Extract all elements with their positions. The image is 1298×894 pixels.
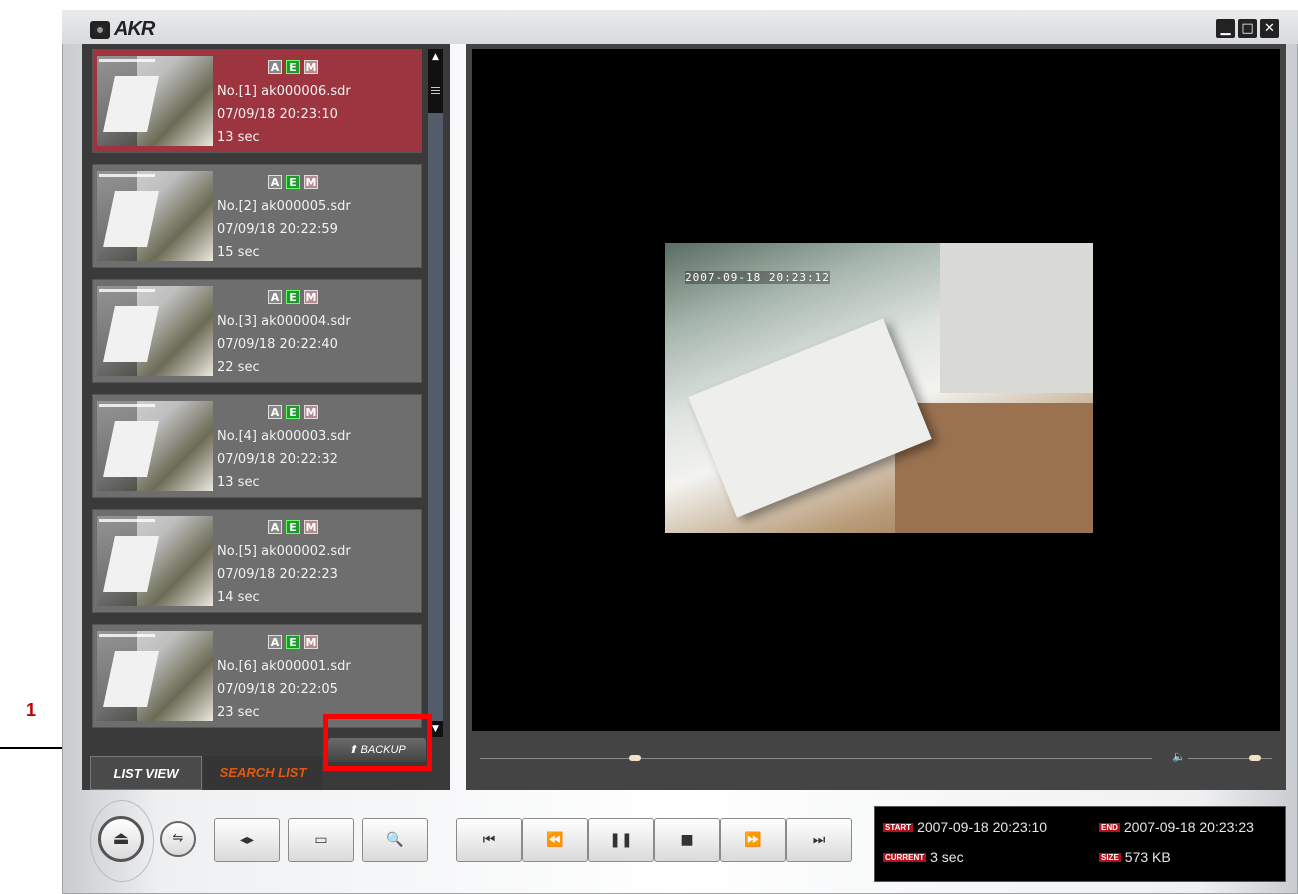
current-label: CURRENT bbox=[883, 853, 927, 862]
file-name: No.[4] ak000003.sdr bbox=[217, 429, 351, 444]
tag-e-icon: E bbox=[286, 175, 300, 189]
eject-button[interactable]: ⏏ bbox=[98, 816, 144, 862]
forward-button[interactable]: ⏩ bbox=[720, 818, 786, 862]
current-value: 3 sec bbox=[930, 849, 964, 865]
video-thumbnail bbox=[97, 171, 213, 261]
tag-m-icon: M bbox=[304, 60, 318, 74]
tag-a-icon: A bbox=[268, 290, 282, 304]
record-duration: 15 sec bbox=[217, 245, 260, 260]
tag-a-icon: A bbox=[268, 405, 282, 419]
file-name: No.[2] ak000005.sdr bbox=[217, 199, 351, 214]
record-datetime: 07/09/18 20:22:05 bbox=[217, 682, 338, 697]
list-item[interactable]: AEM No.[3] ak000004.sdr 07/09/18 20:22:40… bbox=[92, 279, 422, 383]
file-name: No.[6] ak000001.sdr bbox=[217, 659, 351, 674]
end-label: END bbox=[1099, 823, 1120, 832]
maximize-button[interactable]: □ bbox=[1238, 19, 1257, 38]
size-value: 573 KB bbox=[1124, 849, 1171, 865]
tab-search-list[interactable]: SEARCH LIST bbox=[204, 756, 322, 790]
tag-a-icon: A bbox=[268, 60, 282, 74]
tag-m-icon: M bbox=[304, 635, 318, 649]
tag-m-icon: M bbox=[304, 405, 318, 419]
tag-a-icon: A bbox=[268, 635, 282, 649]
tag-e-icon: E bbox=[286, 60, 300, 74]
playback-info-panel: START 2007-09-18 20:23:10 END 2007-09-18 2… bbox=[874, 806, 1286, 882]
tag-e-icon: E bbox=[286, 290, 300, 304]
scroll-grip-icon bbox=[431, 87, 440, 88]
window-button[interactable]: ▭ bbox=[288, 818, 354, 862]
scroll-thumb[interactable] bbox=[428, 65, 443, 113]
tab-list-view[interactable]: LIST VIEW bbox=[90, 756, 202, 790]
record-duration: 13 sec bbox=[217, 130, 260, 145]
file-name: No.[5] ak000002.sdr bbox=[217, 544, 351, 559]
close-button[interactable]: ✕ bbox=[1260, 19, 1279, 38]
app-logo: AKR bbox=[90, 18, 155, 41]
list-item[interactable]: AEM No.[4] ak000003.sdr 07/09/18 20:22:32… bbox=[92, 394, 422, 498]
callout-number: 1 bbox=[26, 700, 37, 720]
record-duration: 13 sec bbox=[217, 475, 260, 490]
recording-list-panel: AEM No.[1] ak000006.sdr 07/09/18 20:23:10… bbox=[82, 44, 450, 790]
seek-slider[interactable] bbox=[480, 758, 1152, 759]
video-frame: 2007-09-18 20:23:12 bbox=[665, 243, 1093, 533]
video-panel: 2007-09-18 20:23:12 🔈 bbox=[466, 44, 1286, 790]
volume-handle[interactable] bbox=[1249, 755, 1262, 761]
volume-icon: 🔈 bbox=[1172, 750, 1186, 763]
app-title: AKR bbox=[114, 18, 155, 40]
video-thumbnail bbox=[97, 286, 213, 376]
title-bar: AKR ▁ □ ✕ bbox=[62, 10, 1298, 44]
start-value: 2007-09-18 20:23:10 bbox=[917, 819, 1048, 835]
record-duration: 22 sec bbox=[217, 360, 260, 375]
pause-button[interactable]: ❚❚ bbox=[588, 818, 654, 862]
camera-icon bbox=[90, 20, 110, 39]
video-viewport[interactable]: 2007-09-18 20:23:12 bbox=[472, 49, 1280, 731]
record-datetime: 07/09/18 20:22:32 bbox=[217, 452, 338, 467]
app-window: AKR ▁ □ ✕ AEM No.[1] ak000006.sdr 07/09/1… bbox=[62, 10, 1298, 894]
record-datetime: 07/09/18 20:23:10 bbox=[217, 107, 338, 122]
record-datetime: 07/09/18 20:22:59 bbox=[217, 222, 338, 237]
record-duration: 14 sec bbox=[217, 590, 260, 605]
list-item[interactable]: AEM No.[1] ak000006.sdr 07/09/18 20:23:10… bbox=[92, 49, 422, 153]
size-label: SIZE bbox=[1099, 853, 1121, 862]
tag-a-icon: A bbox=[268, 175, 282, 189]
minimize-button[interactable]: ▁ bbox=[1216, 19, 1235, 38]
recording-list: AEM No.[1] ak000006.sdr 07/09/18 20:23:10… bbox=[88, 49, 428, 739]
video-thumbnail bbox=[97, 56, 213, 146]
file-name: No.[3] ak000004.sdr bbox=[217, 314, 351, 329]
file-name: No.[1] ak000006.sdr bbox=[217, 84, 351, 99]
tag-m-icon: M bbox=[304, 175, 318, 189]
record-datetime: 07/09/18 20:22:40 bbox=[217, 337, 338, 352]
video-thumbnail bbox=[97, 516, 213, 606]
tag-m-icon: M bbox=[304, 290, 318, 304]
callout-highlight bbox=[323, 714, 432, 771]
stop-button[interactable]: ■ bbox=[654, 818, 720, 862]
osd-timestamp: 2007-09-18 20:23:12 bbox=[685, 271, 830, 284]
network-button[interactable]: ⇋ bbox=[160, 821, 196, 857]
tag-m-icon: M bbox=[304, 520, 318, 534]
end-value: 2007-09-18 20:23:23 bbox=[1123, 819, 1254, 835]
list-item[interactable]: AEM No.[5] ak000002.sdr 07/09/18 20:22:23… bbox=[92, 509, 422, 613]
tag-a-icon: A bbox=[268, 520, 282, 534]
list-item[interactable]: AEM No.[2] ak000005.sdr 07/09/18 20:22:59… bbox=[92, 164, 422, 268]
search-button[interactable]: 🔍 bbox=[362, 818, 428, 862]
first-frame-button[interactable]: ⏮ bbox=[456, 818, 522, 862]
last-frame-button[interactable]: ⏭ bbox=[786, 818, 852, 862]
tag-e-icon: E bbox=[286, 520, 300, 534]
rewind-button[interactable]: ⏪ bbox=[522, 818, 588, 862]
step-button[interactable]: ◂▸ bbox=[214, 818, 280, 862]
tag-e-icon: E bbox=[286, 635, 300, 649]
video-thumbnail bbox=[97, 631, 213, 721]
start-label: START bbox=[883, 823, 914, 832]
list-scrollbar[interactable]: ▲ ▼ bbox=[428, 49, 443, 737]
seek-handle[interactable] bbox=[628, 755, 641, 761]
list-item[interactable]: AEM No.[6] ak000001.sdr 07/09/18 20:22:05… bbox=[92, 624, 422, 728]
tag-e-icon: E bbox=[286, 405, 300, 419]
video-thumbnail bbox=[97, 401, 213, 491]
scroll-up-icon[interactable]: ▲ bbox=[428, 49, 443, 65]
record-datetime: 07/09/18 20:22:23 bbox=[217, 567, 338, 582]
